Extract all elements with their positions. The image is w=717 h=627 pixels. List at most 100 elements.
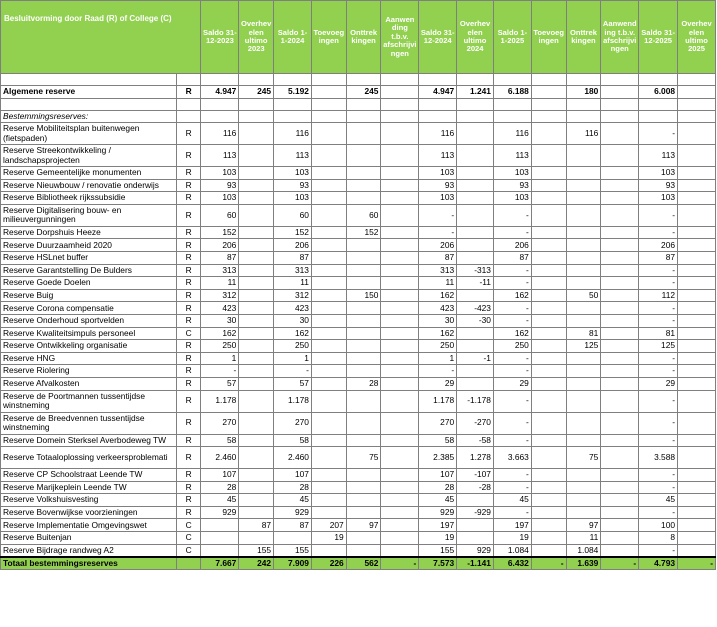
cell-11 (600, 493, 640, 507)
row-kind: R (175, 493, 202, 507)
cell-1 (238, 493, 275, 507)
cell-6: 929 (418, 505, 458, 520)
cell-10 (565, 178, 602, 193)
cell-0: 250 (200, 339, 240, 353)
cell-10 (565, 364, 602, 378)
cell-8: - (492, 313, 532, 328)
cell-12: 113 (638, 144, 679, 167)
cell-3 (310, 446, 347, 470)
cell-11 (600, 480, 640, 495)
cell-11 (600, 518, 640, 533)
cell-12: - (638, 301, 679, 315)
row-name: Reserve Afvalkosten (0, 376, 177, 391)
row-name: Reserve Bibliotheek rijkssubsidie (0, 191, 177, 205)
cell-6: 11 (418, 276, 458, 290)
cell-9 (530, 376, 567, 391)
row-kind: R (175, 203, 202, 227)
cell-3 (310, 263, 347, 278)
cell-3 (310, 276, 347, 290)
cell-8: - (492, 505, 532, 520)
cell-3 (310, 225, 347, 240)
cell-8: 93 (492, 178, 532, 193)
header-col-7: Overhev elen ultimo 2024 (456, 0, 494, 74)
cell-2: 58 (273, 433, 312, 448)
cell-6: 313 (418, 263, 458, 278)
cell-9 (530, 238, 567, 252)
cell-9 (530, 166, 567, 180)
cell-3 (310, 250, 347, 265)
cell-3 (310, 480, 347, 495)
cell-7: -11 (456, 276, 494, 290)
row-kind: R (175, 301, 202, 315)
cell-10 (565, 493, 602, 507)
cell-0: 206 (200, 238, 240, 252)
row-name: Reserve Bovenwijkse voorzieningen (0, 505, 177, 520)
cell-1 (238, 166, 275, 180)
cell-4 (345, 238, 382, 252)
cell-10 (565, 144, 602, 167)
cell-6: - (418, 225, 458, 240)
row-kind: C (175, 531, 202, 545)
cell-0: 1.178 (200, 389, 240, 413)
cell-5 (380, 238, 420, 252)
cell-2: 60 (273, 203, 312, 227)
cell-7 (456, 122, 494, 145)
cell-1 (238, 376, 275, 391)
total-cell-13: - (677, 556, 716, 571)
row-name: Reserve Marijkeplein Leende TW (0, 480, 177, 495)
header-row: Besluitvorming door Raad (R) of College … (0, 0, 716, 74)
row-kind: R (175, 144, 202, 167)
cell-10 (565, 225, 602, 240)
cell-12: - (638, 122, 679, 145)
table-row: Reserve Corona compensatie R 423 423 423 -423… (0, 301, 716, 315)
table-row: Reserve Digitalisering bouw- en milieuve… (0, 203, 716, 227)
cell-9 (530, 433, 567, 448)
cell-0: 103 (200, 191, 240, 205)
header-col-0: Saldo 31-12-2023 (200, 0, 240, 74)
cell-9 (530, 144, 567, 167)
cell-9 (530, 276, 567, 290)
cell-5 (380, 225, 420, 240)
cell-3 (310, 178, 347, 193)
row-name: Reserve Goede Doelen (0, 276, 177, 290)
cell-5 (380, 505, 420, 520)
cell-4: 75 (345, 446, 382, 470)
cell-8: - (492, 301, 532, 315)
cell-0: 58 (200, 433, 240, 448)
cell-12: 100 (638, 518, 679, 533)
total-cell-2: 7.909 (273, 556, 312, 571)
cell-10 (565, 313, 602, 328)
cell-5 (380, 166, 420, 180)
cell-10 (565, 276, 602, 290)
cell-11 (600, 505, 640, 520)
row-kind: C (175, 543, 202, 558)
cell-10 (565, 433, 602, 448)
cell-0: 270 (200, 411, 240, 435)
cell-3 (310, 166, 347, 180)
cell-6: 29 (418, 376, 458, 391)
header-col-4: Onttrek kingen (345, 0, 382, 74)
cell-1 (238, 505, 275, 520)
cell-5 (380, 543, 420, 558)
table-row: Reserve Bovenwijkse voorzieningen R 929 929… (0, 505, 716, 520)
table-row: Reserve de Poortmannen tussentijdse wins… (0, 389, 716, 413)
total-cell-10: 1.639 (565, 556, 602, 571)
cell-8: 250 (492, 339, 532, 353)
cell-6: 1.178 (418, 389, 458, 413)
cell-2: 107 (273, 468, 312, 482)
cell-5 (380, 326, 420, 341)
cell-8: 1.084 (492, 543, 532, 558)
cell-9 (530, 531, 567, 545)
cell-6: 270 (418, 411, 458, 435)
cell-2: 313 (273, 263, 312, 278)
cell-1 (238, 203, 275, 227)
cell-9 (530, 493, 567, 507)
cell-4 (345, 144, 382, 167)
cell-5 (380, 518, 420, 533)
cell-4 (345, 351, 382, 366)
cell-6: 45 (418, 493, 458, 507)
cell-11 (600, 166, 640, 180)
cell-13 (677, 480, 716, 495)
cell-3 (310, 351, 347, 366)
cell-0: 2.460 (200, 446, 240, 470)
